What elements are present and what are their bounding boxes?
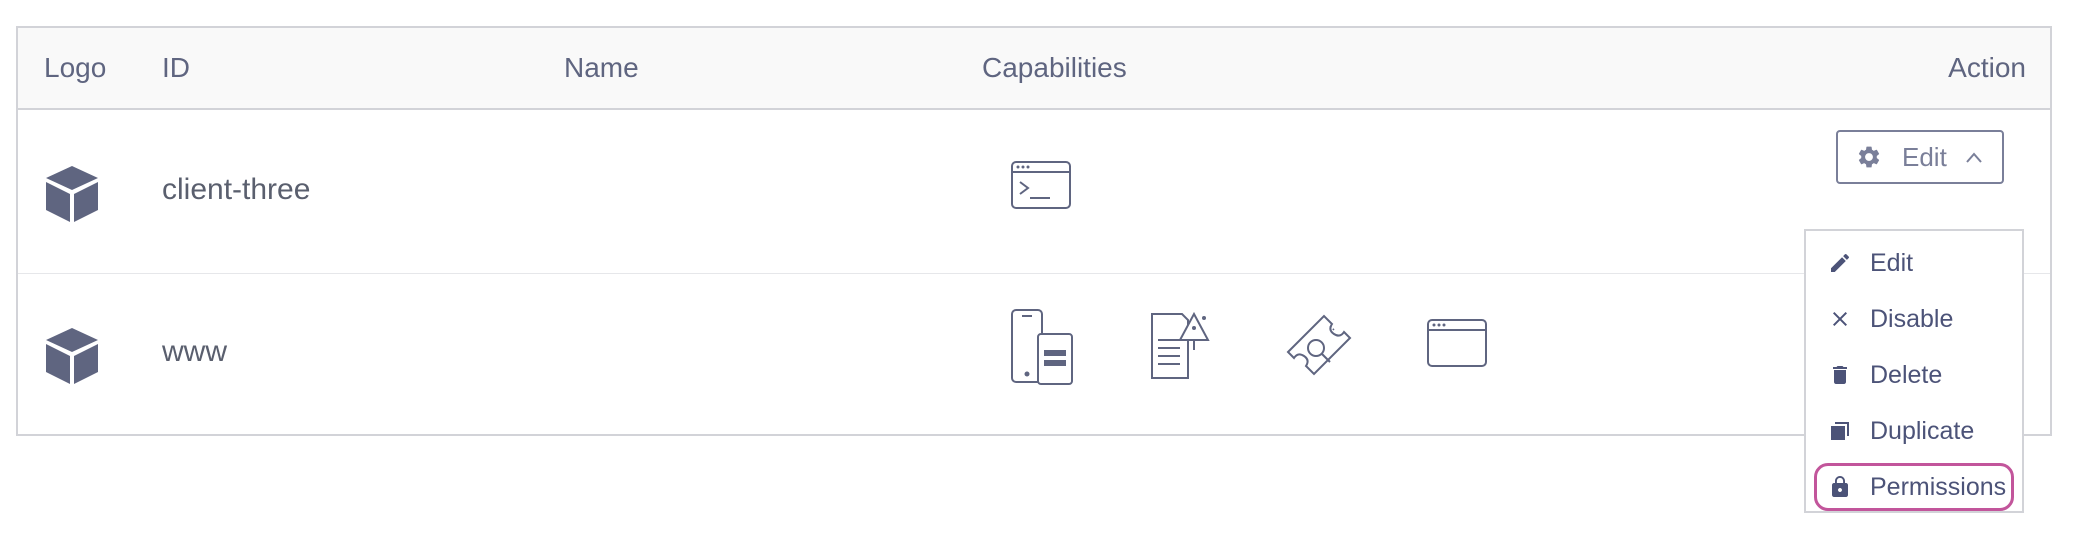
cube-icon (46, 166, 98, 222)
menu-item-disable[interactable]: Disable (1806, 291, 2022, 347)
terminal-icon (1011, 161, 1071, 209)
menu-item-edit[interactable]: Edit (1806, 235, 2022, 291)
table-header: Logo ID Name Capabilities Action (18, 28, 2050, 110)
copy-icon (1831, 422, 1849, 440)
table-row[interactable]: www (18, 274, 2050, 437)
menu-item-label: Permissions (1870, 473, 2007, 501)
header-capabilities: Capabilities (982, 52, 1127, 83)
browser-window-icon (1427, 319, 1487, 367)
row-id: client-three (162, 173, 311, 206)
close-icon (1833, 312, 1847, 326)
mobile-device-icon (1011, 309, 1073, 385)
header-logo: Logo (44, 52, 107, 83)
edit-button-label: Edit (1902, 142, 1947, 172)
header-name: Name (564, 52, 639, 83)
menu-item-permissions[interactable]: Permissions (1806, 459, 2022, 515)
ticket-search-icon (1286, 314, 1352, 376)
menu-item-label: Disable (1870, 305, 1954, 333)
pencil-icon (1831, 253, 1850, 272)
action-dropdown-menu: Edit Disable Delete Duplicate Permission… (1804, 229, 2024, 513)
lock-icon (1832, 476, 1848, 497)
trash-icon (1833, 366, 1847, 384)
table-row[interactable]: client-three (18, 110, 2050, 274)
edit-dropdown-button[interactable]: Edit (1836, 130, 2004, 184)
menu-item-label: Duplicate (1870, 417, 1975, 445)
header-id: ID (162, 52, 190, 83)
header-action: Action (1948, 52, 2026, 83)
chevron-up-icon (1966, 152, 1982, 163)
gear-icon (1858, 146, 1880, 168)
menu-item-delete[interactable]: Delete (1806, 347, 2022, 403)
row-id: www (162, 335, 227, 368)
document-tree-icon (1151, 311, 1210, 379)
menu-item-label: Delete (1870, 361, 1943, 389)
clients-table: Logo ID Name Capabilities Action client-… (16, 26, 2052, 436)
menu-item-duplicate[interactable]: Duplicate (1806, 403, 2022, 459)
menu-item-label: Edit (1870, 249, 1914, 277)
cube-icon (46, 328, 98, 384)
